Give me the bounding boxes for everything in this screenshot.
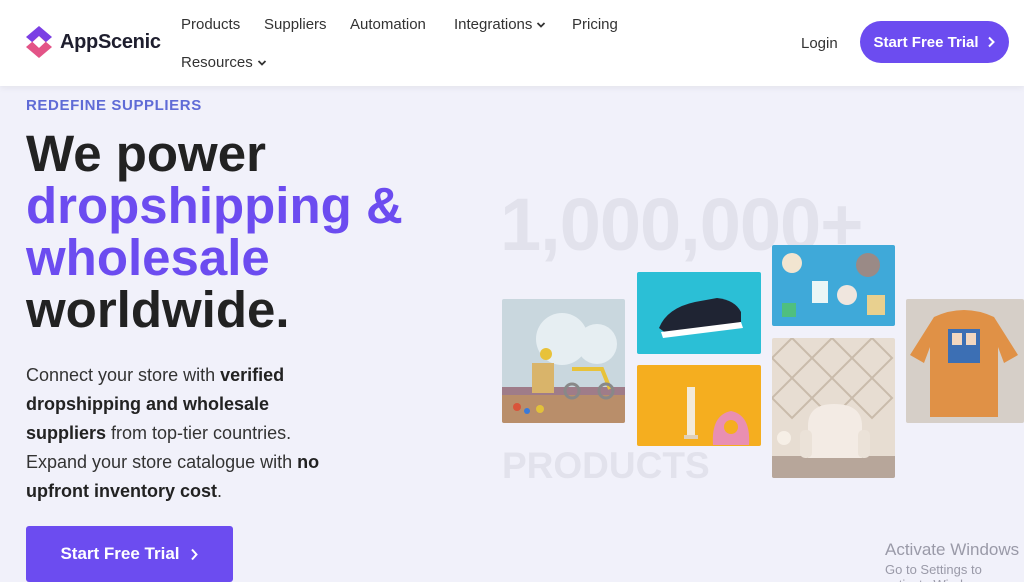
armchair-product-image: [772, 338, 895, 478]
hoodie-product-image: [906, 299, 1024, 423]
headline-line-3: wholesale: [26, 229, 270, 286]
hero-headline: We power dropshipping & wholesale worldw…: [26, 128, 403, 336]
hero-eyebrow: REDEFINE SUPPLIERS: [26, 97, 202, 114]
nav-automation[interactable]: Automation: [350, 16, 426, 33]
nav-automation-label: Automation: [350, 16, 426, 33]
nav-resources-label: Resources: [181, 54, 253, 71]
nav-suppliers-label: Suppliers: [264, 16, 327, 33]
chevron-down-icon: [257, 59, 266, 66]
nav-integrations-label: Integrations: [454, 16, 533, 33]
cat-toy-product-image: [637, 365, 761, 446]
chevron-down-icon: [537, 21, 546, 28]
start-free-trial-nav-button[interactable]: Start Free Trial: [860, 21, 1009, 63]
headline-line-1: We power: [26, 125, 266, 182]
watermark-title: Activate Windows: [885, 540, 1020, 559]
login-link[interactable]: Login: [801, 35, 838, 52]
windows-activation-watermark: Activate Windows Go to Settings to activ…: [885, 540, 1024, 582]
nav-resources[interactable]: Resources: [181, 54, 267, 71]
nav-pricing[interactable]: Pricing: [572, 16, 618, 33]
chevron-right-icon: [987, 36, 995, 48]
sneaker-product-image: [637, 272, 761, 354]
desc-text-1: Connect your store with: [26, 365, 221, 385]
nav-suppliers[interactable]: Suppliers: [264, 16, 327, 33]
brand-name: AppScenic: [60, 30, 161, 53]
hero-description: Connect your store with verified dropshi…: [26, 361, 346, 506]
nav-products-label: Products: [181, 16, 241, 33]
toys-product-image: [502, 299, 625, 423]
desc-text-3: .: [217, 481, 223, 501]
products-label: PRODUCTS: [502, 445, 710, 486]
watermark-subtitle: Go to Settings to activate Windows.: [885, 562, 990, 582]
headline-line-2: dropshipping &: [26, 177, 403, 234]
cosmetics-product-image: [772, 245, 895, 326]
headline-line-4: worldwide.: [26, 281, 290, 338]
appscenic-logo-icon: [26, 26, 52, 58]
nav-integrations[interactable]: Integrations: [454, 16, 546, 33]
start-free-trial-nav-label: Start Free Trial: [873, 33, 979, 51]
start-free-trial-hero-label: Start Free Trial: [60, 544, 180, 563]
chevron-right-icon: [190, 548, 198, 560]
start-free-trial-hero-button[interactable]: Start Free Trial: [26, 526, 233, 582]
nav-pricing-label: Pricing: [572, 16, 618, 33]
nav-products[interactable]: Products: [181, 16, 240, 33]
top-navigation: AppScenic Products Suppliers Automation …: [0, 0, 1024, 86]
brand-logo[interactable]: AppScenic: [24, 24, 161, 60]
